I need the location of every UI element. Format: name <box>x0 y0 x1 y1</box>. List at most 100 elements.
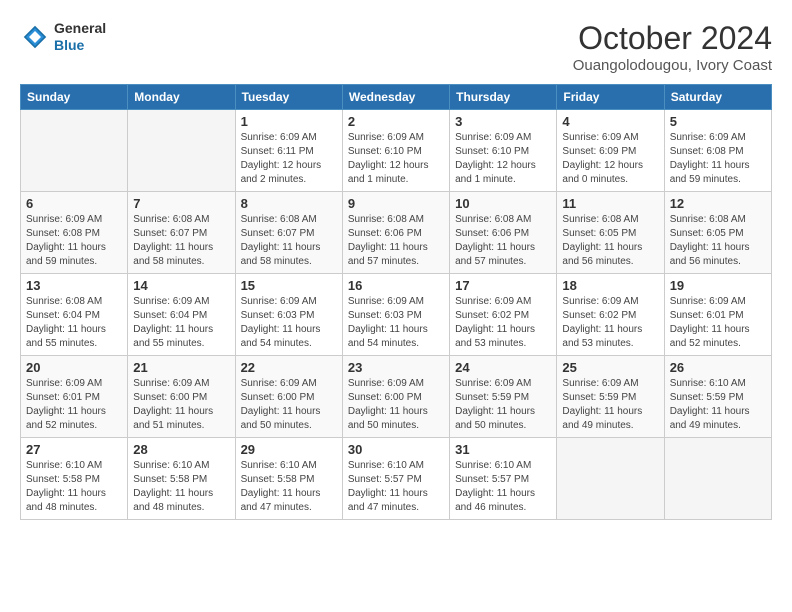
calendar-cell: 1 Sunrise: 6:09 AM Sunset: 6:11 PM Daylig… <box>235 110 342 192</box>
calendar-cell: 7 Sunrise: 6:08 AM Sunset: 6:07 PM Daylig… <box>128 192 235 274</box>
calendar-cell: 10 Sunrise: 6:08 AM Sunset: 6:06 PM Dayli… <box>450 192 557 274</box>
day-info: Sunrise: 6:09 AM Sunset: 6:10 PM Dayligh… <box>348 131 444 187</box>
calendar-cell: 2Sunrise: 6:09 AM Sunset: 6:10 PM Daylig… <box>342 110 449 192</box>
day-number: 31 <box>455 442 551 457</box>
calendar: SundayMondayTuesdayWednesdayThursdayFrid… <box>20 84 772 520</box>
day-number: 16 <box>348 278 444 293</box>
calendar-cell <box>664 438 771 520</box>
calendar-cell: 9 Sunrise: 6:08 AM Sunset: 6:06 PM Daylig… <box>342 192 449 274</box>
calendar-cell: 5 Sunrise: 6:09 AM Sunset: 6:08 PM Daylig… <box>664 110 771 192</box>
day-number: 29 <box>241 442 337 457</box>
day-info: Sunrise: 6:09 AM Sunset: 6:04 PM Dayligh… <box>133 295 229 351</box>
day-info: Sunrise: 6:08 AM Sunset: 6:06 PM Dayligh… <box>348 213 444 269</box>
calendar-cell: 20Sunrise: 6:09 AM Sunset: 6:01 PM Dayli… <box>21 356 128 438</box>
calendar-cell: 12Sunrise: 6:08 AM Sunset: 6:05 PM Dayli… <box>664 192 771 274</box>
calendar-cell: 21 Sunrise: 6:09 AM Sunset: 6:00 PM Dayli… <box>128 356 235 438</box>
day-info: Sunrise: 6:08 AM Sunset: 6:05 PM Dayligh… <box>562 213 658 269</box>
day-info: Sunrise: 6:09 AM Sunset: 6:08 PM Dayligh… <box>26 213 122 269</box>
day-number: 1 <box>241 114 337 129</box>
calendar-week-row: 13 Sunrise: 6:08 AM Sunset: 6:04 PM Dayli… <box>21 274 772 356</box>
day-info: Sunrise: 6:10 AM Sunset: 5:58 PM Dayligh… <box>26 459 122 515</box>
day-number: 4 <box>562 114 658 129</box>
day-info: Sunrise: 6:08 AM Sunset: 6:07 PM Dayligh… <box>133 213 229 269</box>
day-info: Sunrise: 6:10 AM Sunset: 5:57 PM Dayligh… <box>455 459 551 515</box>
calendar-cell: 3 Sunrise: 6:09 AM Sunset: 6:10 PM Daylig… <box>450 110 557 192</box>
day-info: Sunrise: 6:10 AM Sunset: 5:58 PM Dayligh… <box>241 459 337 515</box>
calendar-cell: 28 Sunrise: 6:10 AM Sunset: 5:58 PM Dayli… <box>128 438 235 520</box>
day-info: Sunrise: 6:08 AM Sunset: 6:07 PM Dayligh… <box>241 213 337 269</box>
day-number: 26 <box>670 360 766 375</box>
calendar-week-row: 6 Sunrise: 6:09 AM Sunset: 6:08 PM Daylig… <box>21 192 772 274</box>
day-info: Sunrise: 6:09 AM Sunset: 6:03 PM Dayligh… <box>348 295 444 351</box>
calendar-cell: 23Sunrise: 6:09 AM Sunset: 6:00 PM Dayli… <box>342 356 449 438</box>
day-info: Sunrise: 6:09 AM Sunset: 6:01 PM Dayligh… <box>670 295 766 351</box>
calendar-cell: 8 Sunrise: 6:08 AM Sunset: 6:07 PM Daylig… <box>235 192 342 274</box>
weekday-header: Sunday <box>21 85 128 110</box>
day-info: Sunrise: 6:09 AM Sunset: 6:00 PM Dayligh… <box>133 377 229 433</box>
weekday-header: Saturday <box>664 85 771 110</box>
calendar-cell: 15Sunrise: 6:09 AM Sunset: 6:03 PM Dayli… <box>235 274 342 356</box>
day-number: 28 <box>133 442 229 457</box>
day-number: 9 <box>348 196 444 211</box>
calendar-cell: 24Sunrise: 6:09 AM Sunset: 5:59 PM Dayli… <box>450 356 557 438</box>
day-number: 23 <box>348 360 444 375</box>
day-number: 7 <box>133 196 229 211</box>
calendar-cell: 18Sunrise: 6:09 AM Sunset: 6:02 PM Dayli… <box>557 274 664 356</box>
calendar-cell: 31 Sunrise: 6:10 AM Sunset: 5:57 PM Dayli… <box>450 438 557 520</box>
day-number: 6 <box>26 196 122 211</box>
page: General Blue October 2024 Ouangolodougou… <box>0 0 792 530</box>
day-info: Sunrise: 6:09 AM Sunset: 6:09 PM Dayligh… <box>562 131 658 187</box>
calendar-cell: 30 Sunrise: 6:10 AM Sunset: 5:57 PM Dayli… <box>342 438 449 520</box>
day-number: 24 <box>455 360 551 375</box>
day-info: Sunrise: 6:09 AM Sunset: 6:03 PM Dayligh… <box>241 295 337 351</box>
location: Ouangolodougou, Ivory Coast <box>573 57 772 74</box>
day-info: Sunrise: 6:08 AM Sunset: 6:04 PM Dayligh… <box>26 295 122 351</box>
day-number: 18 <box>562 278 658 293</box>
weekday-header: Wednesday <box>342 85 449 110</box>
logo-text: General Blue <box>54 20 106 54</box>
day-info: Sunrise: 6:09 AM Sunset: 6:10 PM Dayligh… <box>455 131 551 187</box>
calendar-week-row: 27 Sunrise: 6:10 AM Sunset: 5:58 PM Dayli… <box>21 438 772 520</box>
day-number: 3 <box>455 114 551 129</box>
day-info: Sunrise: 6:10 AM Sunset: 5:58 PM Dayligh… <box>133 459 229 515</box>
calendar-cell <box>128 110 235 192</box>
calendar-cell: 13 Sunrise: 6:08 AM Sunset: 6:04 PM Dayli… <box>21 274 128 356</box>
day-info: Sunrise: 6:09 AM Sunset: 6:08 PM Dayligh… <box>670 131 766 187</box>
weekday-header: Monday <box>128 85 235 110</box>
day-number: 25 <box>562 360 658 375</box>
calendar-cell: 19Sunrise: 6:09 AM Sunset: 6:01 PM Dayli… <box>664 274 771 356</box>
calendar-week-row: 1 Sunrise: 6:09 AM Sunset: 6:11 PM Daylig… <box>21 110 772 192</box>
day-info: Sunrise: 6:09 AM Sunset: 6:02 PM Dayligh… <box>455 295 551 351</box>
calendar-cell: 16 Sunrise: 6:09 AM Sunset: 6:03 PM Dayli… <box>342 274 449 356</box>
day-number: 5 <box>670 114 766 129</box>
weekday-header: Friday <box>557 85 664 110</box>
logo: General Blue <box>20 20 106 54</box>
day-number: 10 <box>455 196 551 211</box>
calendar-cell: 4 Sunrise: 6:09 AM Sunset: 6:09 PM Daylig… <box>557 110 664 192</box>
calendar-cell <box>21 110 128 192</box>
day-number: 13 <box>26 278 122 293</box>
logo-blue: Blue <box>54 37 106 54</box>
calendar-cell: 17 Sunrise: 6:09 AM Sunset: 6:02 PM Dayli… <box>450 274 557 356</box>
day-number: 22 <box>241 360 337 375</box>
day-info: Sunrise: 6:09 AM Sunset: 6:11 PM Dayligh… <box>241 131 337 187</box>
day-info: Sunrise: 6:08 AM Sunset: 6:06 PM Dayligh… <box>455 213 551 269</box>
calendar-cell <box>557 438 664 520</box>
month-title: October 2024 <box>573 20 772 57</box>
day-number: 17 <box>455 278 551 293</box>
day-number: 27 <box>26 442 122 457</box>
calendar-cell: 14Sunrise: 6:09 AM Sunset: 6:04 PM Dayli… <box>128 274 235 356</box>
day-info: Sunrise: 6:10 AM Sunset: 5:59 PM Dayligh… <box>670 377 766 433</box>
day-number: 21 <box>133 360 229 375</box>
day-number: 30 <box>348 442 444 457</box>
logo-icon <box>20 22 50 52</box>
day-number: 11 <box>562 196 658 211</box>
day-info: Sunrise: 6:08 AM Sunset: 6:05 PM Dayligh… <box>670 213 766 269</box>
day-number: 8 <box>241 196 337 211</box>
calendar-week-row: 20Sunrise: 6:09 AM Sunset: 6:01 PM Dayli… <box>21 356 772 438</box>
calendar-cell: 29 Sunrise: 6:10 AM Sunset: 5:58 PM Dayli… <box>235 438 342 520</box>
weekday-header: Tuesday <box>235 85 342 110</box>
calendar-cell: 25Sunrise: 6:09 AM Sunset: 5:59 PM Dayli… <box>557 356 664 438</box>
day-info: Sunrise: 6:10 AM Sunset: 5:57 PM Dayligh… <box>348 459 444 515</box>
day-number: 20 <box>26 360 122 375</box>
